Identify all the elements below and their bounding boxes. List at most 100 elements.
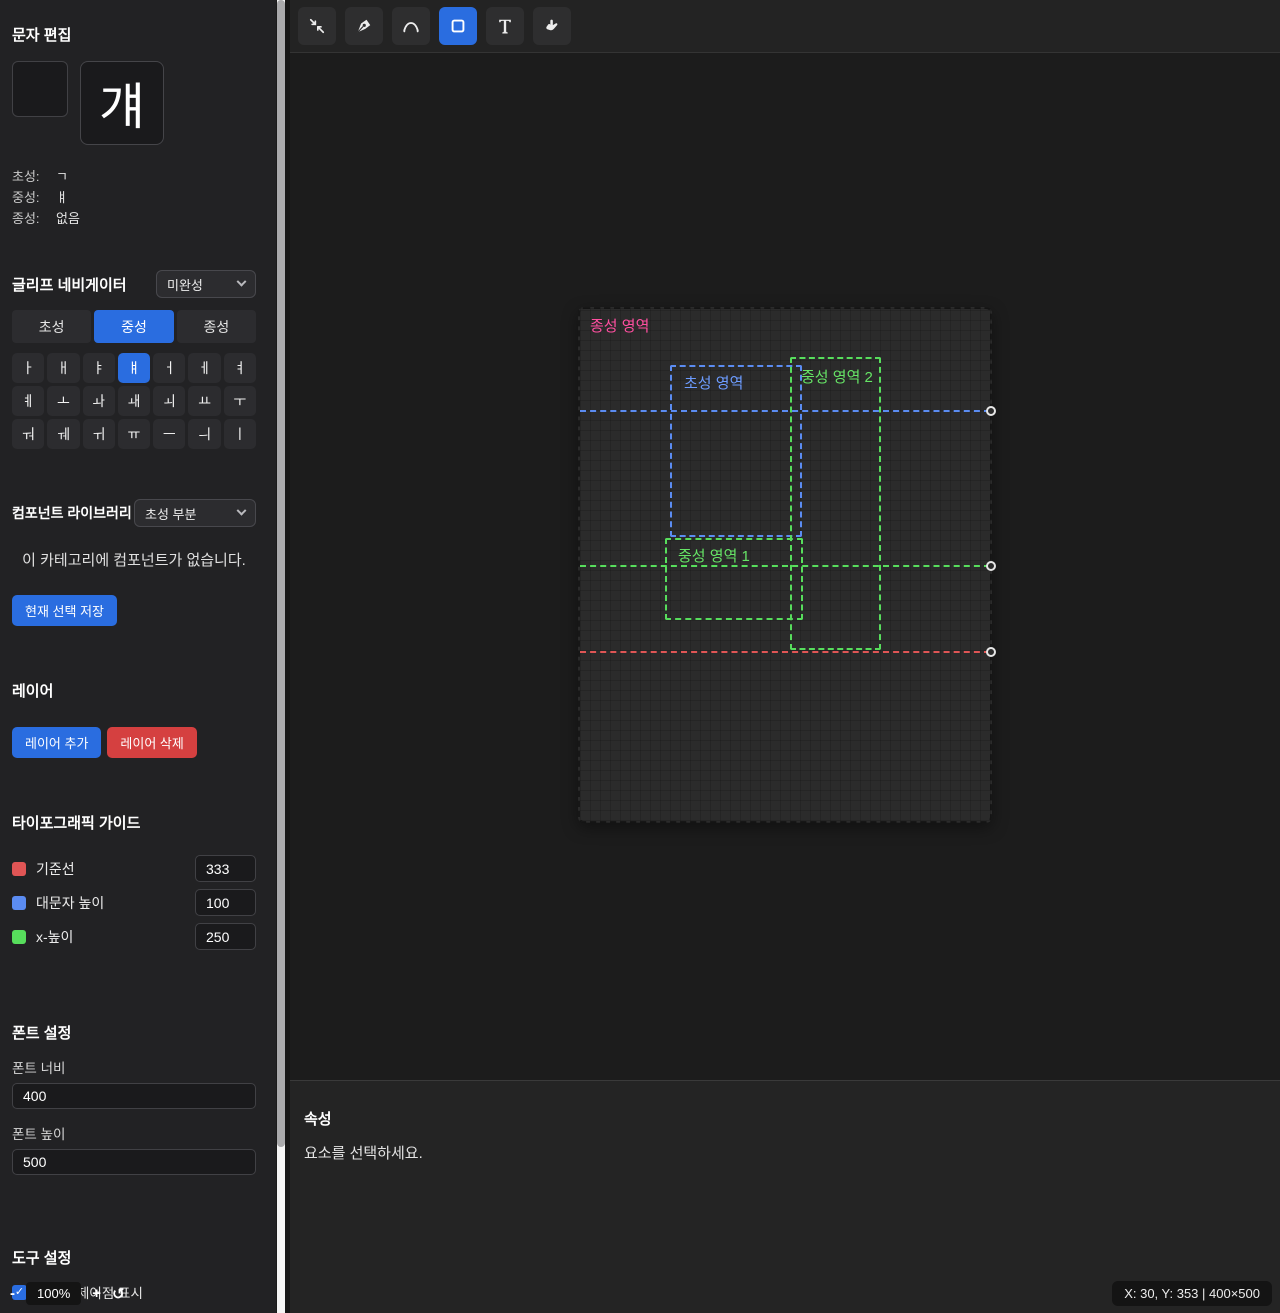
tab-choseong[interactable]: 초성 (12, 310, 91, 343)
zoom-level-value: 100% (26, 1282, 81, 1305)
chevron-down-icon (237, 505, 247, 515)
cap-height-guide-handle[interactable] (986, 406, 996, 416)
font-height-input[interactable] (12, 1149, 256, 1175)
choseong-region-label: 초성 영역 (684, 372, 743, 393)
main-area: 종성 영역 초성 영역 중성 영역 2 중성 영역 1 (290, 0, 1280, 1313)
jongseong-region-label: 종성 영역 (590, 315, 649, 336)
jamo-info-label: 초성: (12, 166, 56, 185)
jamo-button[interactable]: ㅐ (47, 353, 79, 383)
jamo-button[interactable]: ㅚ (153, 386, 185, 416)
jamo-button[interactable]: ㅠ (118, 419, 150, 449)
tab-jungseong[interactable]: 중성 (94, 310, 173, 343)
choseong-region-rect[interactable]: 초성 영역 (670, 365, 802, 537)
font-settings-title: 폰트 설정 (12, 1022, 256, 1043)
sidebar-scrollbar-thumb[interactable] (277, 0, 285, 1147)
select-tool[interactable] (298, 7, 336, 45)
delete-layer-button[interactable]: 레이어 삭제 (107, 727, 196, 758)
save-selection-button[interactable]: 현재 선택 저장 (12, 595, 117, 626)
cursor-status-badge: X: 30, Y: 353 | 400×500 (1112, 1281, 1272, 1306)
properties-panel: 속성 요소를 선택하세요. (290, 1080, 1280, 1313)
hand-tool[interactable] (533, 7, 571, 45)
guide-label: 기준선 (36, 859, 195, 879)
jamo-button[interactable]: ㅛ (188, 386, 220, 416)
char-input[interactable] (12, 61, 68, 117)
jamo-button[interactable]: ㅞ (47, 419, 79, 449)
zoom-control: - 100% + ↺ (10, 1282, 125, 1305)
jamo-info-row: 중성:ㅒ (12, 186, 256, 207)
char-edit-section: 문자 편집 걔 초성:ㄱ중성:ㅒ종성:없음 (12, 24, 256, 228)
glyph-navigator-section: 글리프 네비게이터 미완성 초성중성종성 ㅏㅐㅑㅒㅓㅔㅕㅖㅗㅘㅙㅚㅛㅜㅝㅞㅟㅠㅡ… (12, 270, 256, 449)
sidebar: 문자 편집 걔 초성:ㄱ중성:ㅒ종성:없음 글리프 네비게이터 미완성 초성중성… (0, 0, 276, 1313)
baseline-guide-handle[interactable] (986, 647, 996, 657)
jamo-button[interactable]: ㅙ (118, 386, 150, 416)
tab-jongseong[interactable]: 종성 (177, 310, 256, 343)
curve-tool[interactable] (392, 7, 430, 45)
jamo-info-label: 종성: (12, 208, 56, 227)
jamo-info-value: ㄱ (56, 166, 68, 185)
jamo-button[interactable]: ㅣ (224, 419, 256, 449)
jamo-button[interactable]: ㅝ (12, 419, 44, 449)
jamo-button[interactable]: ㅘ (83, 386, 115, 416)
font-width-label: 폰트 너비 (12, 1057, 256, 1077)
canvas-area: 종성 영역 초성 영역 중성 영역 2 중성 영역 1 (290, 54, 1280, 1080)
layers-title: 레이어 (12, 680, 256, 701)
guide-row: 대문자 높이 (12, 889, 256, 916)
baseline-guide[interactable] (580, 651, 990, 653)
font-height-label: 폰트 높이 (12, 1123, 256, 1143)
guide-rows: 기준선대문자 높이 x-높이 (12, 855, 256, 950)
guide-color-swatch (12, 862, 26, 876)
guide-label: x-높이 (36, 927, 195, 947)
jungseong-region-1-rect[interactable]: 중성 영역 1 (665, 538, 803, 620)
component-category-dropdown[interactable]: 초성 부분 (134, 499, 256, 527)
jamo-button[interactable]: ㅖ (12, 386, 44, 416)
jamo-button[interactable]: ㅢ (188, 419, 220, 449)
jamo-info-value: 없음 (56, 208, 80, 227)
jamo-button[interactable]: ㅑ (83, 353, 115, 383)
add-layer-button[interactable]: 레이어 추가 (12, 727, 101, 758)
jamo-button[interactable]: ㅜ (224, 386, 256, 416)
guide-row: 기준선 (12, 855, 256, 882)
guide-value-input[interactable] (195, 855, 256, 882)
toolbar (290, 0, 1280, 53)
jamo-info-label: 중성: (12, 187, 56, 206)
glyph-filter-value: 미완성 (167, 275, 203, 294)
jamo-info-row: 종성:없음 (12, 207, 256, 228)
app-root: 문자 편집 걔 초성:ㄱ중성:ㅒ종성:없음 글리프 네비게이터 미완성 초성중성… (0, 0, 1280, 1313)
glyph-filter-dropdown[interactable]: 미완성 (156, 270, 256, 298)
rect-tool[interactable] (439, 7, 477, 45)
zoom-reset-icon[interactable]: ↺ (112, 1285, 125, 1303)
jungseong-region-2-rect[interactable]: 중성 영역 2 (790, 357, 881, 650)
x-height-guide-handle[interactable] (986, 561, 996, 571)
jamo-info-value: ㅒ (56, 187, 68, 206)
jamo-button[interactable]: ㅏ (12, 353, 44, 383)
font-width-input[interactable] (12, 1083, 256, 1109)
font-settings-section: 폰트 설정 폰트 너비 폰트 높이 (12, 1022, 256, 1175)
sidebar-scrollbar[interactable] (277, 0, 285, 1313)
jamo-button[interactable]: ㅔ (188, 353, 220, 383)
glyph-preview: 걔 (80, 61, 164, 145)
pen-tool[interactable] (345, 7, 383, 45)
typographic-guides-title: 타이포그래픽 가이드 (12, 812, 256, 833)
char-edit-title: 문자 편집 (12, 24, 256, 45)
jamo-button[interactable]: ㅟ (83, 419, 115, 449)
chevron-down-icon (237, 276, 247, 286)
jamo-button[interactable]: ㅕ (224, 353, 256, 383)
layers-section: 레이어 레이어 추가 레이어 삭제 (12, 680, 256, 758)
char-edit-row: 걔 (12, 61, 256, 145)
guide-color-swatch (12, 896, 26, 910)
jamo-button[interactable]: ㅓ (153, 353, 185, 383)
glyph-navigator-title: 글리프 네비게이터 (12, 274, 127, 295)
text-tool[interactable] (486, 7, 524, 45)
jamo-button[interactable]: ㅗ (47, 386, 79, 416)
guide-value-input[interactable] (195, 889, 256, 916)
zoom-out-button[interactable]: - (10, 1285, 15, 1302)
jamo-type-tabs: 초성중성종성 (12, 310, 256, 343)
guide-value-input[interactable] (195, 923, 256, 950)
glyph-canvas[interactable]: 종성 영역 초성 영역 중성 영역 2 중성 영역 1 (578, 307, 992, 823)
zoom-in-button[interactable]: + (92, 1285, 101, 1302)
guide-row: x-높이 (12, 923, 256, 950)
jamo-button[interactable]: ㅒ (118, 353, 150, 383)
tool-settings-title: 도구 설정 (12, 1247, 256, 1268)
jamo-button[interactable]: ㅡ (153, 419, 185, 449)
component-library-section: 컴포넌트 라이브러리 초성 부분 이 카테고리에 컴포넌트가 없습니다. 현재 … (12, 499, 256, 626)
